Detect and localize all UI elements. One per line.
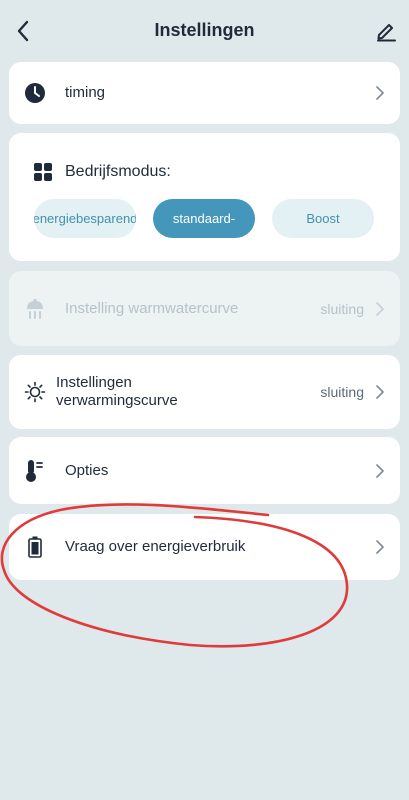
hot-water-curve-value: sluiting <box>320 300 364 317</box>
mode-energy-saving-button[interactable]: energiebesparend <box>34 199 136 238</box>
thermometer-icon <box>23 459 47 483</box>
chevron-right-icon <box>374 539 386 555</box>
options-row[interactable]: Opties <box>9 437 400 504</box>
grid-icon <box>34 163 52 181</box>
header: Instellingen <box>0 0 409 62</box>
hot-water-curve-row[interactable]: Instelling warmwatercurve sluiting <box>9 271 400 346</box>
operating-mode-card: Bedrijfsmodus: energiebesparend standaar… <box>9 133 400 261</box>
energy-consumption-row[interactable]: Vraag over energieverbruik <box>9 514 400 580</box>
heating-curve-label-line2: verwarmingscurve <box>56 392 178 409</box>
clock-icon <box>23 81 47 105</box>
pencil-icon <box>377 24 396 42</box>
chevron-right-icon <box>374 384 386 400</box>
heating-curve-value: sluiting <box>320 384 364 400</box>
page-title: Instellingen <box>154 20 255 40</box>
timing-label: timing <box>65 84 106 101</box>
battery-icon <box>23 535 47 559</box>
sun-icon <box>23 380 47 404</box>
operating-mode-title: Bedrijfsmodus: <box>65 163 171 180</box>
heating-curve-label-line1: Instellingen <box>56 374 132 391</box>
chevron-right-icon <box>374 85 386 101</box>
options-label: Opties <box>65 461 109 479</box>
chevron-right-icon <box>374 301 386 317</box>
mode-boost-button[interactable]: Boost <box>272 199 374 238</box>
edit-button[interactable] <box>373 18 399 44</box>
timing-row[interactable]: timing <box>9 62 400 124</box>
shower-icon <box>23 297 47 321</box>
heating-curve-label: Instellingen verwarmingscurve <box>56 374 320 410</box>
energy-consumption-label: Vraag over energieverbruik <box>65 538 246 555</box>
chevron-right-icon <box>374 463 386 479</box>
heating-curve-row[interactable]: Instellingen verwarmingscurve sluiting <box>9 355 400 429</box>
mode-standard-button[interactable]: standaard- <box>153 199 255 238</box>
hot-water-curve-label: Instelling warmwatercurve <box>65 299 239 317</box>
operating-mode-header: Bedrijfsmodus: <box>33 162 171 182</box>
